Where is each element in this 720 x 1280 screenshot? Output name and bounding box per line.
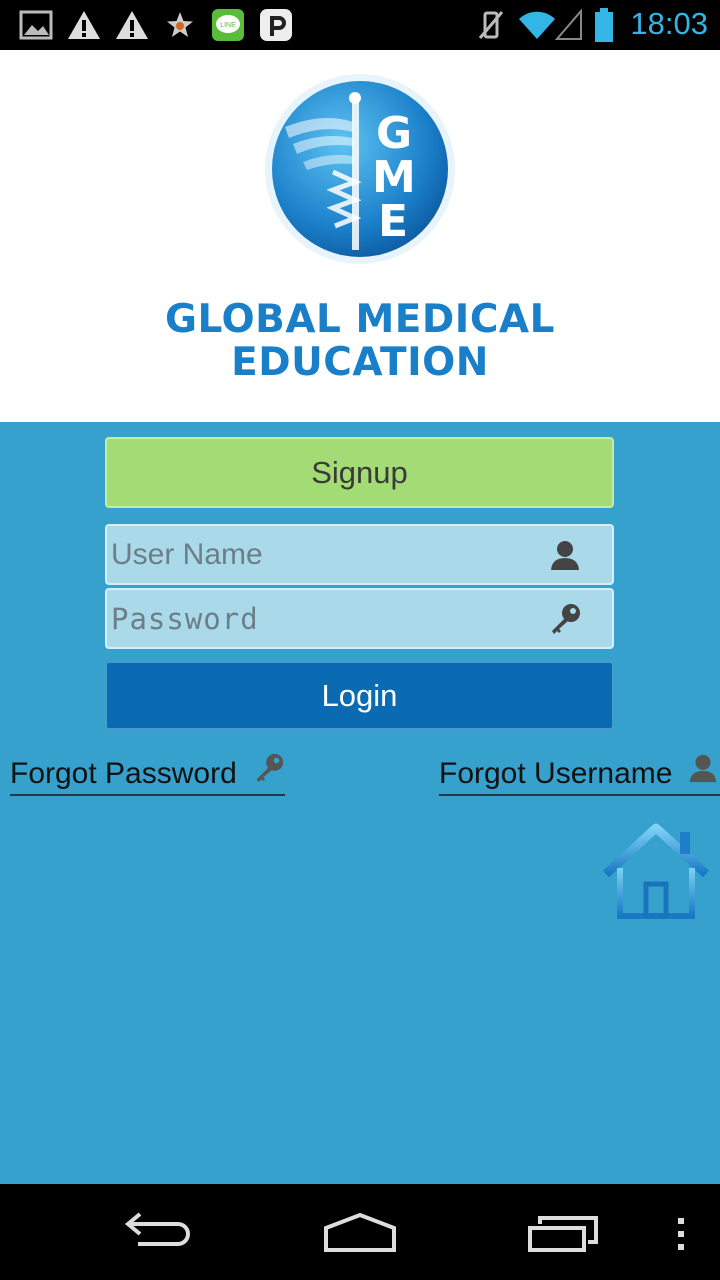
user-icon bbox=[687, 752, 719, 784]
username-input[interactable] bbox=[111, 526, 531, 583]
brand-name-line2: EDUCATION bbox=[231, 340, 489, 385]
star-icon bbox=[164, 8, 196, 42]
key-icon bbox=[548, 602, 582, 636]
back-icon[interactable] bbox=[124, 1208, 196, 1253]
logo-letter-e: E bbox=[378, 196, 409, 247]
p-app-icon bbox=[258, 8, 294, 42]
home-button[interactable] bbox=[602, 822, 710, 920]
password-input[interactable] bbox=[111, 590, 531, 647]
gme-logo bbox=[263, 72, 457, 266]
password-field[interactable] bbox=[105, 588, 614, 649]
username-field[interactable] bbox=[105, 524, 614, 585]
menu-icon[interactable] bbox=[676, 1216, 686, 1257]
user-icon bbox=[548, 538, 582, 572]
brand-name-line1: GLOBAL MEDICAL bbox=[165, 297, 555, 342]
svg-text:LINE: LINE bbox=[220, 22, 236, 29]
warning-icon bbox=[114, 8, 150, 42]
battery-icon bbox=[592, 8, 616, 42]
wifi-icon bbox=[516, 8, 558, 42]
forgot-password-label: Forgot Password bbox=[10, 757, 237, 790]
recents-icon[interactable] bbox=[526, 1214, 600, 1259]
status-time: 18:03 bbox=[630, 6, 708, 41]
image-icon bbox=[18, 8, 54, 42]
forgot-username-link[interactable]: Forgot Username bbox=[439, 752, 720, 796]
app-screen: LINE 18:03 G M E GLOBAL MEDICAL EDUCATIO… bbox=[0, 0, 720, 1280]
status-bar: LINE 18:03 bbox=[0, 0, 720, 50]
line-app-icon: LINE bbox=[210, 8, 246, 42]
warning-icon bbox=[66, 8, 102, 42]
login-button[interactable]: Login bbox=[105, 661, 614, 730]
forgot-password-link[interactable]: Forgot Password bbox=[10, 752, 285, 796]
vibrate-off-icon bbox=[476, 8, 506, 42]
signal-icon bbox=[554, 8, 584, 42]
signup-button[interactable]: Signup bbox=[105, 437, 614, 508]
forgot-username-label: Forgot Username bbox=[439, 757, 673, 790]
home-icon[interactable] bbox=[322, 1212, 398, 1259]
key-icon bbox=[253, 752, 285, 784]
